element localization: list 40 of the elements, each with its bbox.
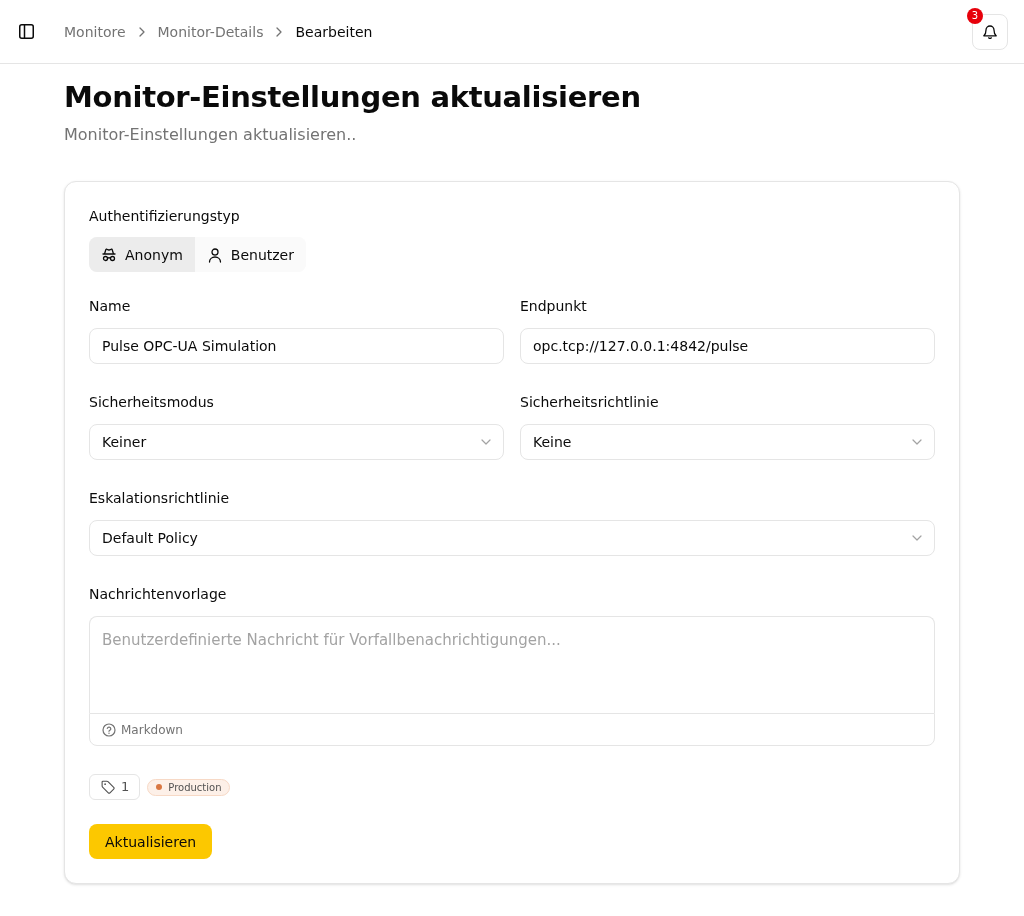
text-input[interactable]: opc.tcp://127.0.0.1:4842/pulse: [520, 328, 935, 364]
message-textarea[interactable]: Benutzerdefinierte Nachricht für Vorfallbenachrichtigungen...: [89, 616, 935, 713]
text-input[interactable]: Pulse OPC-UA Simulation: [89, 328, 504, 364]
select-value: Keine: [533, 433, 572, 452]
page-title: Monitor-Einstellungen aktualisieren: [64, 79, 642, 115]
breadcrumb-link[interactable]: Monitor-Details: [157, 21, 264, 42]
tag-label: Production: [168, 780, 222, 795]
person-icon: [206, 246, 223, 263]
select-value: Default Policy: [102, 529, 198, 548]
field-label: Nachrichtenvorlage: [89, 585, 228, 604]
select-field[interactable]: Default Policy: [89, 520, 935, 556]
chevron-down-icon: [912, 535, 922, 541]
field-label: Sicherheitsrichtlinie: [520, 393, 660, 412]
sidebar-toggle-icon: [18, 24, 34, 39]
tag-icon: [101, 780, 115, 794]
auth-type-option[interactable]: Anonym: [89, 237, 195, 272]
chevron-down-icon: [912, 439, 922, 445]
hat-glasses-icon: [101, 246, 117, 263]
field-label: Endpunkt: [520, 297, 588, 316]
chevron-right-icon: [275, 26, 284, 37]
bell-icon: [983, 24, 997, 39]
tags-button[interactable]: 1: [89, 774, 141, 800]
field-label: Sicherheitsmodus: [89, 393, 215, 412]
notification-count-badge: 3: [967, 7, 983, 24]
select-field[interactable]: Keine: [520, 424, 935, 460]
field-label: Name: [89, 297, 132, 316]
notifications-button[interactable]: [972, 13, 1008, 50]
field-label: Eskalationsrichtlinie: [89, 489, 231, 508]
chevron-right-icon: [137, 26, 146, 37]
chevron-down-icon: [481, 439, 491, 445]
markdown-hint: Markdown: [121, 721, 183, 738]
select-value: Keiner: [102, 433, 147, 452]
submit-button[interactable]: Aktualisieren: [89, 824, 213, 859]
field-label: Authentifizierungstyp: [89, 207, 241, 226]
help-circle-icon: [102, 722, 116, 737]
select-field[interactable]: Keiner: [89, 424, 504, 460]
page-subtitle: Monitor-Einstellungen aktualisieren..: [64, 124, 358, 146]
breadcrumb-link[interactable]: Monitore: [64, 21, 126, 42]
breadcrumb-current: Bearbeiten: [295, 22, 373, 42]
sidebar-toggle-button[interactable]: [17, 22, 35, 41]
